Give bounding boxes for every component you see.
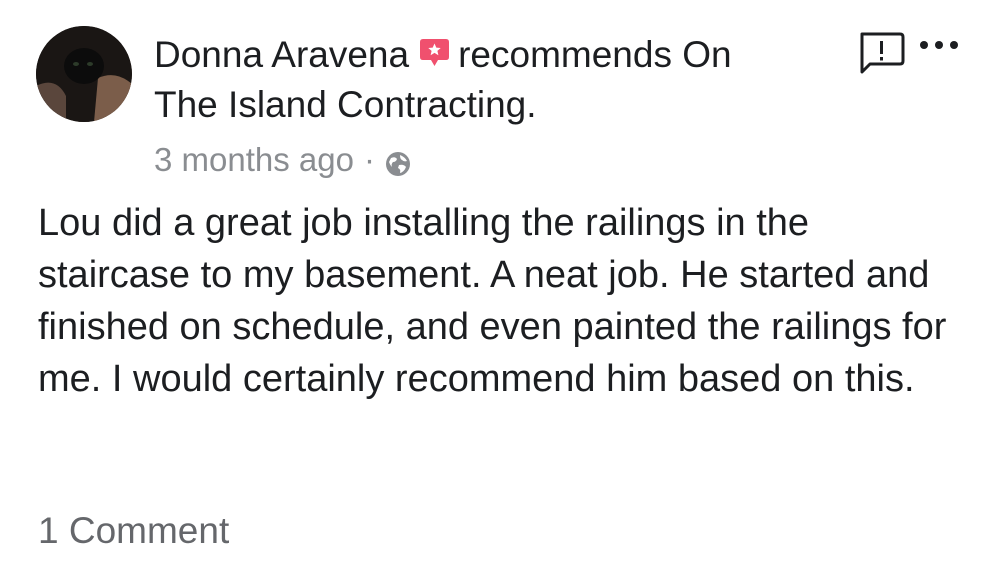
post-body: Lou did a great job installing the raili… (38, 202, 947, 400)
report-icon[interactable] (856, 31, 906, 77)
action-text: recommends On (458, 34, 732, 75)
post-header: Donna Aravena recommends On The Island C… (154, 30, 844, 130)
post-meta: 3 months ago · (154, 141, 411, 179)
page-name[interactable]: The Island Contracting. (154, 80, 844, 130)
more-options-icon[interactable] (916, 32, 962, 58)
author-name[interactable]: Donna Aravena (154, 34, 409, 75)
recommend-star-icon (419, 31, 450, 66)
avatar[interactable] (36, 26, 132, 122)
comment-count-link[interactable]: 1 Comment (38, 510, 229, 552)
globe-icon (385, 147, 411, 176)
meta-separator: · (363, 141, 375, 178)
timestamp[interactable]: 3 months ago (154, 141, 354, 179)
